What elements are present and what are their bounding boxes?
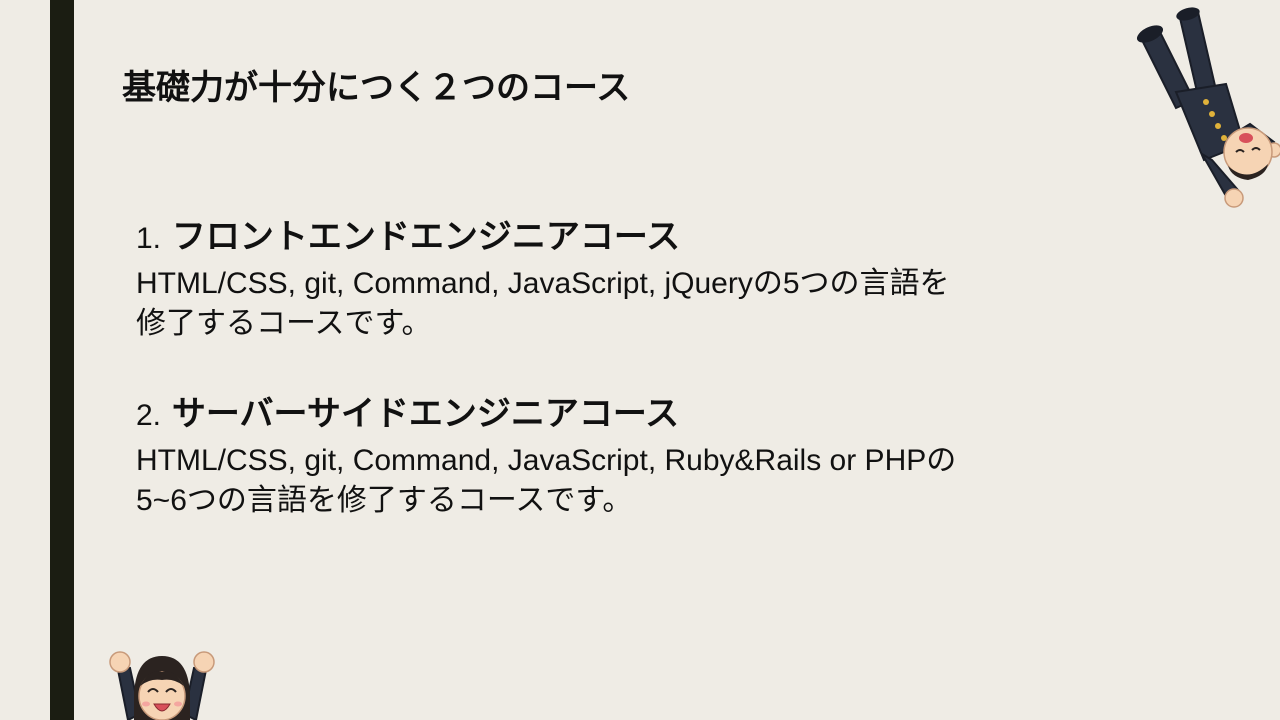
course-name: フロントエンドエンジニアコース (171, 217, 681, 257)
course-description: HTML/CSS, git, Command, JavaScript, Ruby… (136, 441, 1096, 521)
course-number: 2. (136, 399, 162, 432)
course-description: HTML/CSS, git, Command, JavaScript, jQue… (136, 264, 1096, 344)
course-item-serverside: 2. サーバーサイドエンジニアコース HTML/CSS, git, Comman… (136, 393, 1096, 521)
left-accent-bar (50, 0, 74, 720)
slide-title: 基礎力が十分につく２つのコース (122, 68, 631, 108)
course-description-line: 5~6つの言語を修了するコースです。 (136, 484, 633, 517)
course-description-line: 修了するコースです。 (136, 307, 432, 340)
course-item-frontend: 1. フロントエンドエンジニアコース HTML/CSS, git, Comman… (136, 216, 1096, 344)
course-number: 1. (136, 222, 162, 255)
course-heading: 2. サーバーサイドエンジニアコース (136, 393, 1096, 437)
course-description-line: HTML/CSS, git, Command, JavaScript, jQue… (136, 267, 950, 300)
cheering-student-illustration (109, 651, 215, 720)
upside-down-student-illustration (1136, 7, 1280, 208)
course-heading: 1. フロントエンドエンジニアコース (136, 216, 1096, 260)
course-name: サーバーサイドエンジニアコース (171, 394, 680, 434)
course-description-line: HTML/CSS, git, Command, JavaScript, Ruby… (136, 444, 957, 477)
